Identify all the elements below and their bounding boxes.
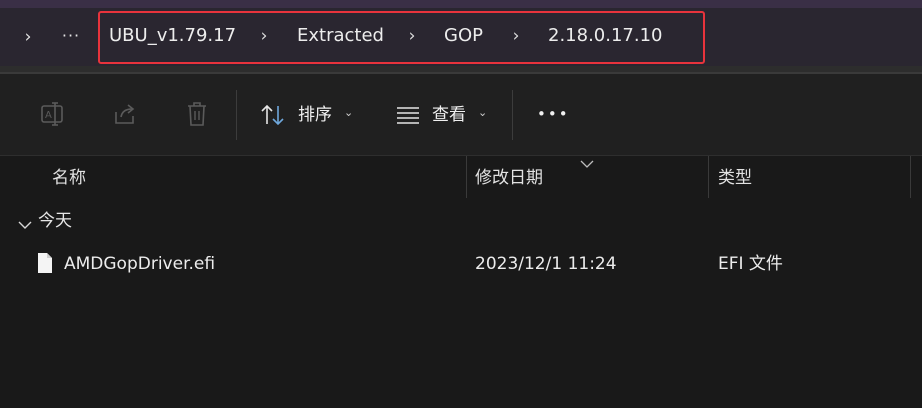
view-chevron-down-icon[interactable]: ⌄ [478, 101, 487, 125]
file-name[interactable]: AMDGopDriver.efi [64, 252, 215, 276]
command-bar: A 排序 ⌄ 查看 ⌄ ••• [0, 74, 922, 156]
column-name[interactable]: 名称 [52, 166, 86, 190]
sort-indicator-icon [580, 154, 594, 168]
expand-chevron-icon[interactable]: › [14, 25, 42, 49]
share-icon[interactable] [109, 98, 141, 130]
column-separator[interactable] [708, 156, 709, 198]
address-bar: › ··· UBU_v1.79.17 › Extracted › GOP › 2… [0, 0, 922, 74]
group-header[interactable]: 今天 [0, 206, 922, 236]
sort-button[interactable]: 排序 [298, 103, 332, 127]
view-icon[interactable] [392, 99, 424, 131]
toolbar-separator [236, 90, 237, 140]
view-button[interactable]: 查看 [432, 103, 466, 127]
chevron-down-icon[interactable] [18, 215, 32, 229]
column-separator[interactable] [910, 156, 911, 198]
breadcrumb-highlight [98, 11, 705, 64]
sort-icon[interactable] [257, 99, 289, 131]
more-options-button[interactable]: ••• [537, 102, 570, 126]
toolbar-separator [512, 90, 513, 140]
column-type[interactable]: 类型 [718, 166, 752, 190]
rename-icon[interactable]: A [37, 98, 69, 130]
column-separator[interactable] [466, 156, 467, 198]
trash-icon[interactable] [181, 98, 213, 130]
sort-chevron-down-icon[interactable]: ⌄ [344, 101, 353, 125]
file-modified: 2023/12/1 11:24 [475, 254, 617, 274]
file-icon [37, 252, 53, 274]
column-header: 名称 修改日期 类型 [0, 156, 922, 198]
column-modified[interactable]: 修改日期 [475, 166, 543, 190]
file-type: EFI 文件 [718, 254, 783, 274]
more-breadcrumbs-button[interactable]: ··· [54, 22, 88, 48]
title-strip [0, 0, 922, 8]
svg-text:A: A [45, 110, 52, 121]
group-label: 今天 [38, 211, 72, 231]
table-row[interactable]: AMDGopDriver.efi 2023/12/1 11:24 EFI 文件 [0, 246, 922, 282]
